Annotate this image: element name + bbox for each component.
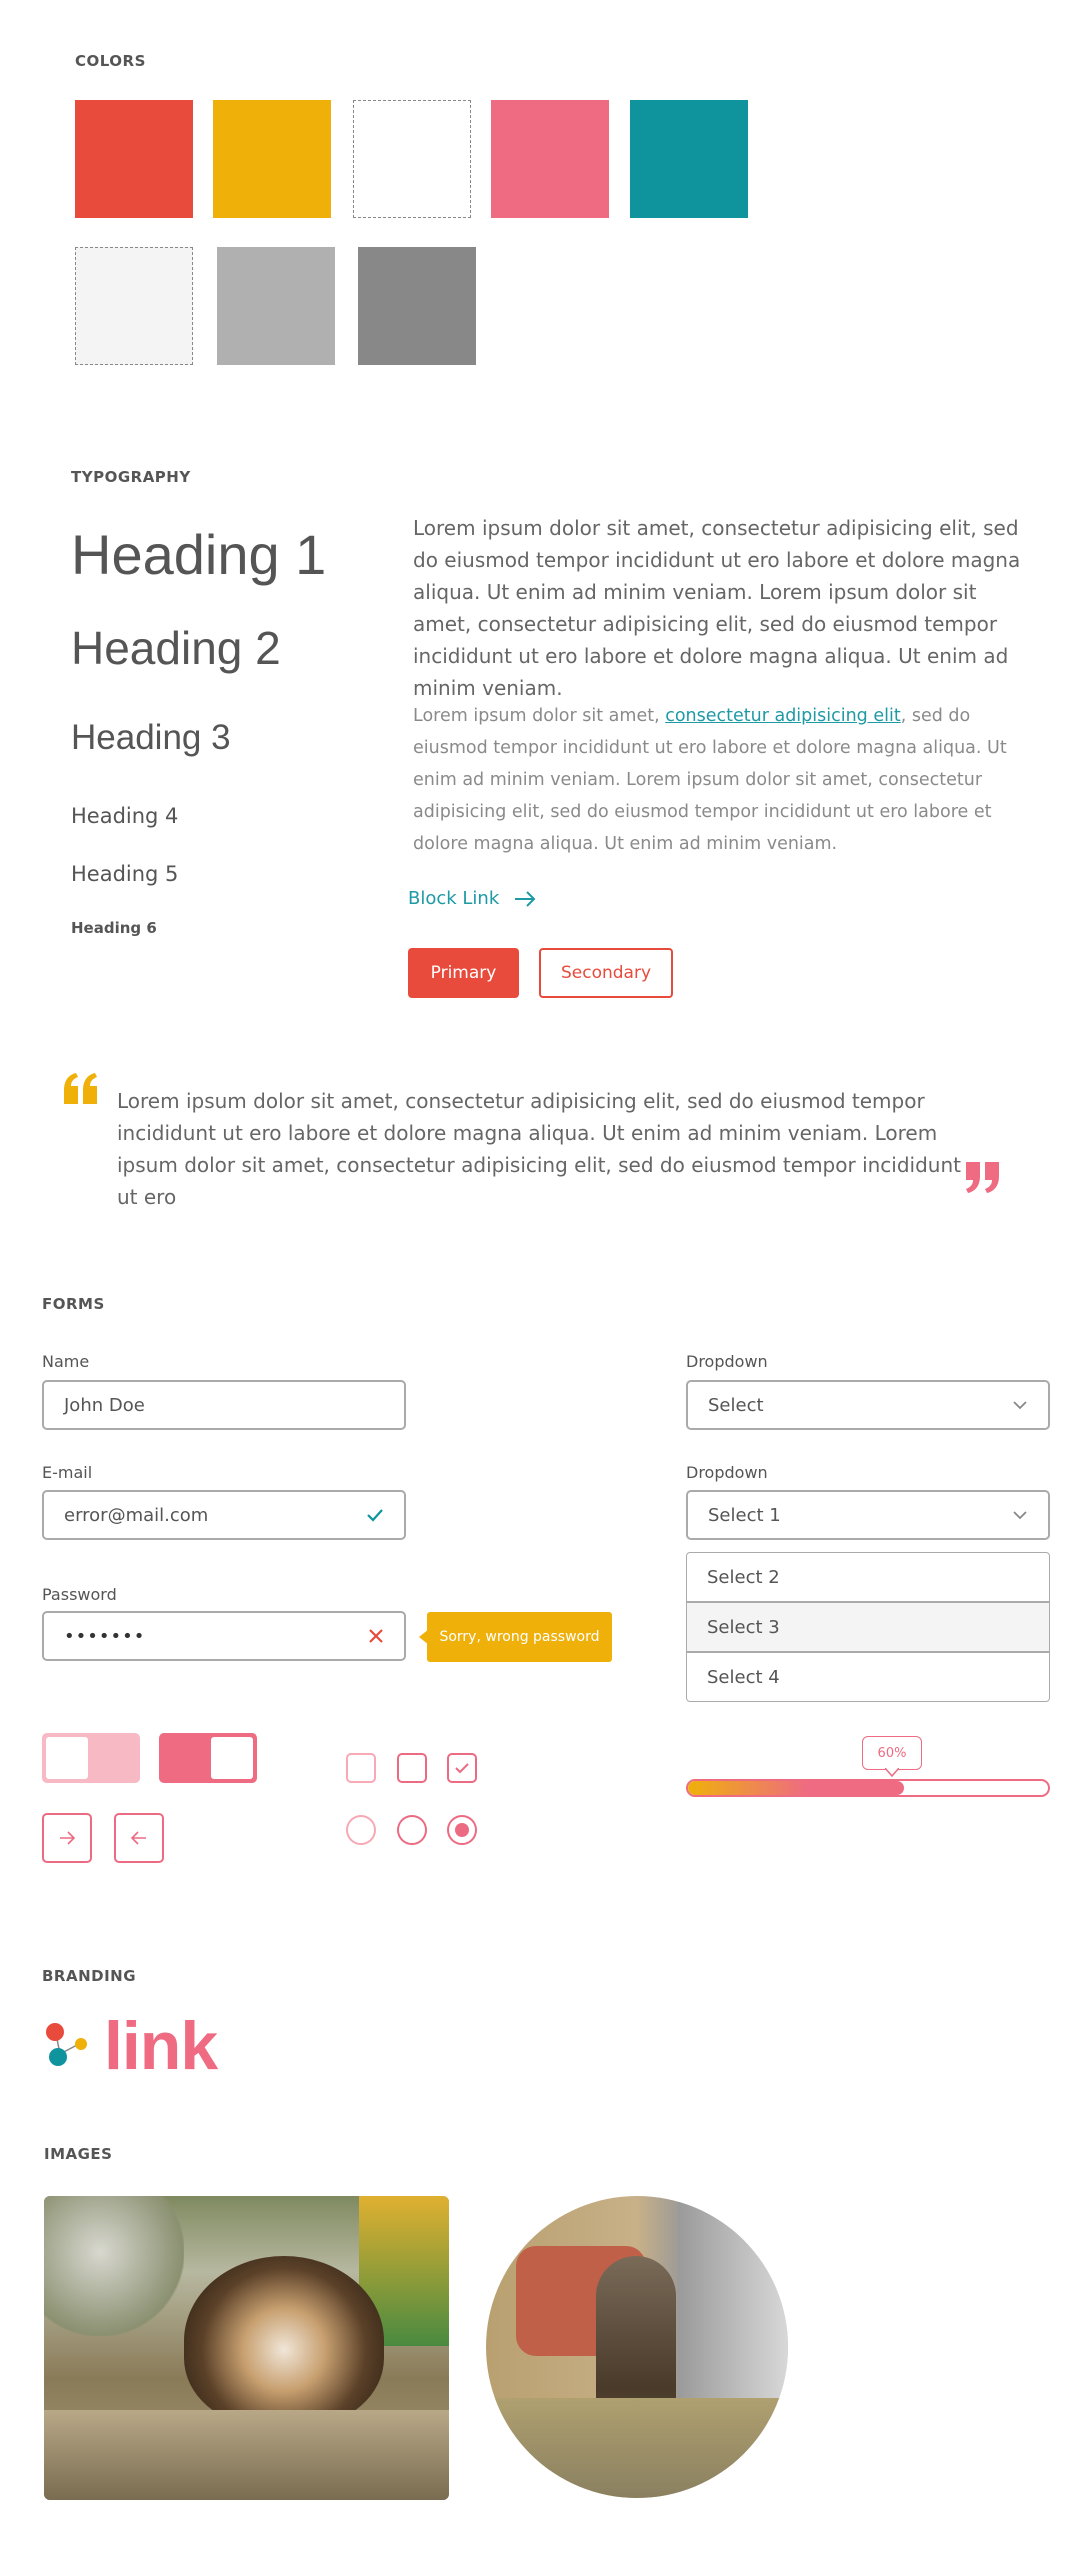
ground-shape <box>486 2398 788 2498</box>
email-value: error@mail.com <box>64 1504 209 1526</box>
kitten-photo-rectangle <box>44 2196 449 2500</box>
dropdown-option[interactable]: Select 2 <box>686 1552 1050 1602</box>
color-swatch-white <box>353 100 471 218</box>
radio-selected[interactable] <box>447 1815 477 1845</box>
toggle-knob <box>211 1737 253 1779</box>
checkbox-disabled[interactable] <box>346 1753 376 1783</box>
toggle-on[interactable] <box>159 1733 257 1783</box>
arrow-right-icon <box>60 1831 76 1845</box>
tooltip-pointer <box>419 1629 429 1645</box>
progress-bubble-pointer <box>885 1768 899 1777</box>
heading-3-sample: Heading 3 <box>71 718 231 757</box>
section-title-images: IMAGES <box>44 2145 113 2163</box>
radio-disabled[interactable] <box>346 1815 376 1845</box>
color-swatch-light-gray <box>75 247 193 365</box>
color-swatch-yellow <box>213 100 331 218</box>
toggle-off[interactable] <box>42 1733 140 1783</box>
block-link[interactable]: Block Link <box>408 888 537 909</box>
dropdown-option[interactable]: Select 4 <box>686 1652 1050 1702</box>
kitten-photo-circle <box>486 2196 788 2498</box>
inline-link[interactable]: consectetur adipisicing elit <box>665 706 901 726</box>
progress-bar <box>686 1779 1050 1797</box>
block-link-label: Block Link <box>408 888 500 909</box>
checkmark-icon <box>367 1509 383 1522</box>
dropdown-2-select[interactable]: Select 1 <box>686 1490 1050 1540</box>
password-field[interactable]: ••••••• <box>42 1611 406 1661</box>
email-label: E-mail <box>42 1463 93 1482</box>
paragraph-small-text-end: , sed do eiusmod tempor incididunt ut er… <box>413 706 1007 854</box>
heading-6-sample: Heading 6 <box>71 919 157 937</box>
arrow-left-icon <box>130 1831 146 1845</box>
chevron-down-icon <box>1013 1401 1027 1410</box>
heading-2-sample: Heading 2 <box>71 622 281 674</box>
primary-button[interactable]: Primary <box>408 948 519 998</box>
checkbox-checked[interactable] <box>447 1753 477 1783</box>
radio-dot <box>455 1823 469 1837</box>
heading-1-sample: Heading 1 <box>71 523 327 586</box>
email-field[interactable]: error@mail.com <box>42 1490 406 1540</box>
section-title-colors: COLORS <box>75 52 146 70</box>
dropdown-2-label: Dropdown <box>686 1463 768 1482</box>
section-title-forms: FORMS <box>42 1295 105 1313</box>
color-swatch-red <box>75 100 193 218</box>
logo-icon <box>46 2023 87 2066</box>
prev-arrow-button[interactable] <box>114 1813 164 1863</box>
color-swatch-gray <box>217 247 335 365</box>
color-swatch-teal <box>630 100 748 218</box>
radio-unselected[interactable] <box>397 1815 427 1845</box>
color-swatch-dark-gray <box>358 247 476 365</box>
dropdown-1-value: Select <box>708 1394 764 1416</box>
dropdown-1-label: Dropdown <box>686 1352 768 1371</box>
progress-bar-fill <box>688 1781 904 1795</box>
quote-text: Lorem ipsum dolor sit amet, consectetur … <box>117 1089 961 1209</box>
section-title-branding: BRANDING <box>42 1967 137 1985</box>
kitten-shape <box>184 2256 384 2426</box>
progress-label-bubble: 60% <box>862 1736 922 1770</box>
paragraph-large: Lorem ipsum dolor sit amet, consectetur … <box>413 516 1021 700</box>
image-blur-background <box>44 2196 184 2336</box>
name-field[interactable]: John Doe <box>42 1380 406 1430</box>
section-title-typography: TYPOGRAPHY <box>71 468 191 486</box>
image-floor <box>44 2410 449 2500</box>
password-value: ••••••• <box>64 1625 146 1647</box>
name-label: Name <box>42 1352 90 1371</box>
name-value: John Doe <box>64 1394 145 1416</box>
error-x-icon <box>369 1629 383 1643</box>
password-error-tooltip: Sorry, wrong password <box>427 1612 612 1662</box>
dropdown-1-select[interactable]: Select <box>686 1380 1050 1430</box>
color-swatch-pink <box>491 100 609 218</box>
next-arrow-button[interactable] <box>42 1813 92 1863</box>
secondary-button[interactable]: Secondary <box>539 948 673 998</box>
close-quote-icon <box>966 1162 999 1193</box>
logo-wordmark: link <box>104 2008 218 2084</box>
heading-4-sample: Heading 4 <box>71 804 179 828</box>
toggle-knob <box>46 1737 88 1779</box>
heading-5-sample: Heading 5 <box>71 862 179 886</box>
paragraph-small-text-start: Lorem ipsum dolor sit amet, <box>413 706 666 726</box>
open-quote-icon <box>64 1073 97 1104</box>
dropdown-2-value: Select 1 <box>708 1504 781 1526</box>
checkbox-unchecked[interactable] <box>397 1753 427 1783</box>
checkmark-icon <box>455 1763 469 1774</box>
dropdown-option[interactable]: Select 3 <box>686 1602 1050 1652</box>
chevron-down-icon <box>1013 1511 1027 1520</box>
password-label: Password <box>42 1585 117 1604</box>
paragraph-small: Lorem ipsum dolor sit amet, consectetur … <box>413 700 1035 860</box>
arrow-right-icon <box>515 890 536 907</box>
